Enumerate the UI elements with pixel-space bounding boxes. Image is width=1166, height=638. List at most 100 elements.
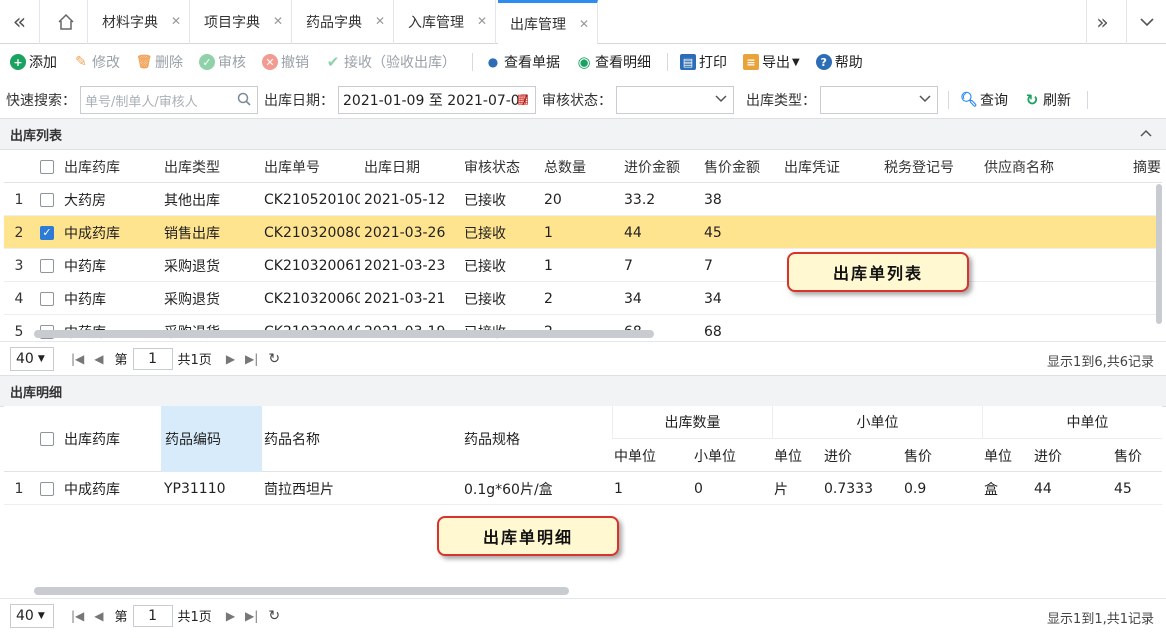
col-header-mu-unit[interactable]: 单位 — [984, 439, 1030, 472]
close-icon[interactable]: ✕ — [375, 14, 385, 28]
audit-button[interactable]: ✓ 审核 — [199, 52, 246, 72]
row-checkbox[interactable]: ✓ — [40, 225, 54, 240]
row-checkbox[interactable] — [40, 258, 54, 273]
select-all-cell[interactable] — [40, 150, 60, 183]
delete-button[interactable]: 🗑 删除 — [136, 52, 183, 72]
query-button[interactable]: 🔍︎ 查询 — [960, 90, 1008, 110]
col-header-su-unit[interactable]: 单位 — [774, 439, 820, 472]
refresh-label: 刷新 — [1043, 93, 1071, 109]
col-header-mu-buy[interactable]: 进价 — [1034, 439, 1110, 472]
col-header-code[interactable]: 药品编码 — [161, 406, 262, 472]
close-icon[interactable]: ✕ — [273, 14, 283, 28]
col-header-su-sell[interactable]: 售价 — [904, 439, 980, 472]
col-header-total-qty[interactable]: 总数量 — [544, 150, 620, 183]
col-header-name[interactable]: 药品名称 — [264, 422, 454, 455]
col-header-out-mid[interactable]: 中单位 — [614, 439, 690, 472]
col-header-out-small[interactable]: 小单位 — [694, 439, 770, 472]
tab-material-dict[interactable]: 材料字典 ✕ — [90, 0, 190, 44]
list-horizontal-scrollbar[interactable] — [34, 330, 654, 338]
row-checkbox-cell[interactable] — [40, 249, 60, 282]
filter-bar: 快速搜索： 单号/制单人/审核人 出库日期： 2021-01-09 至 2021… — [0, 82, 1166, 118]
row-checkbox[interactable] — [40, 192, 54, 207]
refresh-button[interactable]: ↻ 刷新 — [1024, 90, 1071, 110]
col-header-sell-amount[interactable]: 售价金额 — [704, 150, 780, 183]
col-header-spec[interactable]: 药品规格 — [464, 422, 604, 455]
row-checkbox[interactable] — [40, 291, 54, 306]
col-header-su-buy[interactable]: 进价 — [824, 439, 900, 472]
page-number-input[interactable]: 1 — [132, 347, 173, 370]
detail-horizontal-scrollbar[interactable] — [34, 587, 569, 595]
col-header-store[interactable]: 出库药库 — [64, 422, 160, 455]
collapse-up-icon[interactable] — [1140, 126, 1152, 141]
export-button[interactable]: ≡ 导出 ▼ — [743, 52, 800, 72]
col-header-audit-status[interactable]: 审核状态 — [464, 150, 540, 183]
out-type-select[interactable] — [820, 86, 938, 114]
calendar-icon[interactable]: ▦ — [517, 92, 529, 107]
quick-search-input[interactable]: 单号/制单人/审核人 — [80, 86, 258, 114]
add-button[interactable]: + 添加 — [10, 52, 57, 72]
help-button[interactable]: ? 帮助 — [815, 52, 863, 72]
col-header-date[interactable]: 出库日期 — [364, 150, 460, 183]
receive-button[interactable]: ✔ 接收（验收出库） — [325, 52, 456, 72]
col-header-number[interactable]: 出库单号 — [264, 150, 360, 183]
cell-name: 茴拉西坦片 — [264, 481, 334, 498]
out-type-label: 出库类型： — [746, 93, 816, 109]
view-detail-button[interactable]: ◉ 查看明细 — [576, 52, 651, 72]
prev-page-icon[interactable]: ◀ — [94, 352, 103, 366]
next-page-icon[interactable]: ▶ — [226, 609, 235, 623]
col-header-type[interactable]: 出库类型 — [164, 150, 260, 183]
row-checkbox-cell[interactable] — [40, 472, 60, 505]
row-checkbox-cell[interactable] — [40, 282, 60, 315]
table-row[interactable]: 1 大药房 其他出库 CK210520100 2021-05-12 已接收 20 33.2 38 — [4, 183, 1162, 216]
table-row[interactable]: 1 中成药库 YP31110 茴拉西坦片 0.1g*60片/盒 1 0 片 0.7333 0.9 盒… — [4, 472, 1162, 505]
tab-inbound[interactable]: 入库管理 ✕ — [396, 0, 496, 44]
search-icon[interactable] — [237, 92, 251, 110]
home-icon[interactable] — [44, 0, 88, 44]
col-header-summary[interactable]: 摘要 — [1133, 150, 1162, 183]
first-page-icon[interactable]: |◀ — [71, 609, 84, 623]
close-icon[interactable]: ✕ — [579, 17, 589, 31]
col-header-voucher[interactable]: 出库凭证 — [784, 150, 880, 183]
row-checkbox-cell[interactable] — [40, 183, 60, 216]
edit-button[interactable]: ✎ 修改 — [73, 52, 120, 72]
next-page-icon[interactable]: ▶ — [226, 352, 235, 366]
tab-outbound[interactable]: 出库管理 ✕ — [498, 0, 598, 44]
chevron-down-icon[interactable] — [1126, 0, 1166, 44]
page-number-input[interactable]: 1 — [132, 604, 173, 627]
col-header-supplier[interactable]: 供应商名称 — [984, 150, 1124, 183]
select-all-checkbox[interactable] — [40, 431, 54, 446]
row-checkbox[interactable] — [40, 481, 54, 496]
table-row[interactable]: 3 中药库 采购退货 CK210320061 2021-03-23 已接收 1 7 7 — [4, 249, 1162, 282]
col-header-buy-amount[interactable]: 进价金额 — [624, 150, 700, 183]
first-page-icon[interactable]: |◀ — [71, 352, 84, 366]
select-all-cell[interactable] — [40, 422, 60, 455]
reload-icon[interactable]: ↻ — [268, 608, 280, 624]
cell-mu-buy: 44 — [1034, 480, 1052, 497]
col-header-mu-sell[interactable]: 售价 — [1114, 439, 1160, 472]
last-page-icon[interactable]: ▶| — [245, 609, 258, 623]
list-vertical-scrollbar[interactable] — [1156, 184, 1162, 324]
audit-status-select[interactable] — [616, 86, 734, 114]
table-row[interactable]: 2 ✓ 中成药库 销售出库 CK210320080 2021-03-26 已接收 1 44 45 — [4, 216, 1162, 249]
close-icon[interactable]: ✕ — [171, 14, 181, 28]
print-button[interactable]: ▤ 打印 — [680, 52, 727, 72]
date-range-input[interactable]: 2021-01-09 至 2021-07-07 ▦ — [338, 86, 536, 114]
close-icon[interactable]: ✕ — [477, 14, 487, 28]
scroll-right-icon[interactable]: » — [1086, 0, 1118, 44]
page-size-select[interactable]: 40 ▼ — [10, 346, 54, 371]
cell-buy-amount: 7 — [624, 257, 633, 274]
col-header-tax-id[interactable]: 税务登记号 — [884, 150, 980, 183]
revoke-button[interactable]: ✕ 撤销 — [262, 52, 309, 72]
tab-drug-dict[interactable]: 药品字典 ✕ — [294, 0, 394, 44]
last-page-icon[interactable]: ▶| — [245, 352, 258, 366]
scroll-left-icon[interactable]: « — [0, 0, 40, 44]
table-row[interactable]: 4 中药库 采购退货 CK210320060 2021-03-21 已接收 2 34 34 — [4, 282, 1162, 315]
select-all-checkbox[interactable] — [40, 159, 54, 174]
col-header-store[interactable]: 出库药库 — [64, 150, 160, 183]
view-doc-button[interactable]: ● 查看单据 — [485, 52, 560, 72]
prev-page-icon[interactable]: ◀ — [94, 609, 103, 623]
row-checkbox-cell[interactable]: ✓ — [40, 216, 60, 249]
page-size-select[interactable]: 40 ▼ — [10, 603, 54, 628]
tab-project-dict[interactable]: 项目字典 ✕ — [192, 0, 292, 44]
reload-icon[interactable]: ↻ — [268, 351, 280, 367]
